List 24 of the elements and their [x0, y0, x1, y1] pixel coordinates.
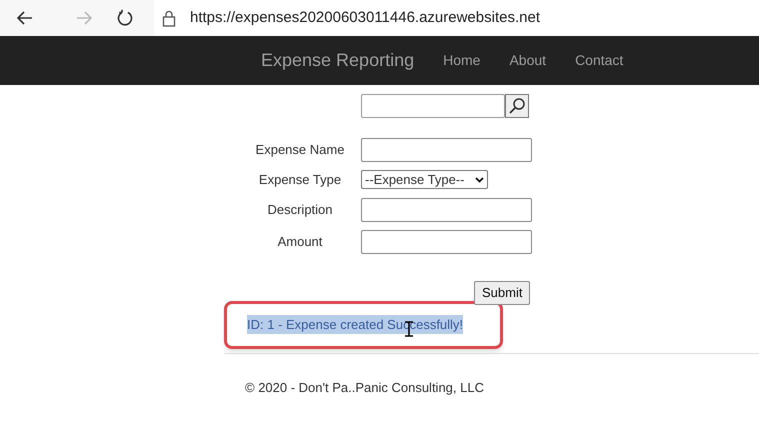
lock-icon: [162, 10, 176, 26]
address-bar[interactable]: https://expenses20200603011446.azurewebsites.net: [154, 0, 759, 36]
back-icon[interactable]: [16, 9, 34, 27]
nav-link[interactable]: About: [509, 50, 546, 71]
text-field[interactable]: [361, 230, 532, 254]
forward-icon[interactable]: [75, 9, 93, 27]
url-text: https://expenses20200603011446.azurewebsites.net: [190, 8, 540, 28]
nav-link[interactable]: Contact: [575, 50, 624, 71]
field-label: Expense Name: [254, 141, 346, 160]
brand-link[interactable]: Expense Reporting: [261, 47, 414, 74]
footer-text: © 2020 - Don't Pa..Panic Consulting, LLC: [245, 380, 484, 394]
search-field[interactable]: [361, 94, 505, 118]
submit-button[interactable]: Submit: [474, 280, 530, 304]
field-label: Expense Type: [258, 171, 342, 189]
text-field[interactable]: [361, 198, 532, 222]
nav-link[interactable]: Home: [443, 50, 480, 71]
chevron-down-icon: [475, 176, 484, 183]
refresh-icon[interactable]: [116, 9, 134, 27]
field-label: Amount: [276, 232, 324, 251]
text-field[interactable]: [361, 138, 532, 162]
search-icon: [508, 97, 526, 115]
field-label: Description: [266, 200, 334, 219]
expense-type-select[interactable]: --Expense Type--: [361, 170, 488, 190]
search-button[interactable]: [505, 94, 529, 118]
